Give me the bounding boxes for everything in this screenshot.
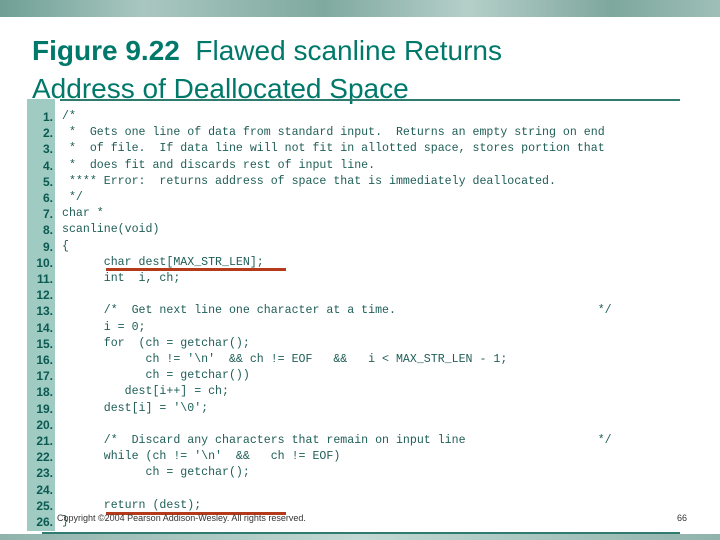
line-number: 20. <box>36 417 53 432</box>
line-number: 19. <box>36 401 53 416</box>
line-number: 14. <box>36 320 53 335</box>
figure-number: Figure 9.22 <box>32 35 180 66</box>
line-number: 6. <box>42 191 53 206</box>
line-number: 12. <box>36 288 53 303</box>
page-number: 66 <box>677 513 688 523</box>
highlight-underline-dest <box>106 268 286 271</box>
line-number: 4. <box>42 158 53 173</box>
line-number: 9. <box>42 239 53 254</box>
line-numbers: 1. 2. 3. 4. 5. 6. 7. 8. 9. 10. 11. 12. 13. 14. 15. 16. 1… <box>27 109 53 530</box>
slide-title: Figure 9.22 Flawed scanline Returns Addre… <box>32 32 502 108</box>
line-number: 8. <box>42 223 53 238</box>
copyright-text: Copyright ©2004 Pearson Addison-Wesley. … <box>57 513 306 523</box>
title-line-1: Flawed scanline Returns <box>195 35 502 66</box>
line-number: 24. <box>36 482 53 497</box>
title-rule <box>60 99 680 101</box>
code-listing: /* * Gets one line of data from standard… <box>62 110 612 529</box>
header-banner <box>0 0 720 17</box>
line-number: 5. <box>42 174 53 189</box>
line-number: 26. <box>36 515 53 530</box>
line-number: 7. <box>42 207 53 222</box>
line-number: 11. <box>36 272 53 287</box>
line-number: 17. <box>36 369 53 384</box>
line-number: 22. <box>36 450 53 465</box>
line-number: 15. <box>36 336 53 351</box>
line-number: 2. <box>42 126 53 141</box>
line-number: 1. <box>42 110 53 124</box>
line-number: 25. <box>36 498 53 513</box>
line-number: 13. <box>36 304 53 319</box>
line-number: 18. <box>36 385 53 400</box>
line-number: 10. <box>36 255 53 270</box>
line-number: 23. <box>36 466 53 481</box>
line-number: 3. <box>42 142 53 157</box>
line-number: 16. <box>36 353 53 368</box>
footer-banner <box>0 534 720 540</box>
line-number: 21. <box>36 434 53 449</box>
